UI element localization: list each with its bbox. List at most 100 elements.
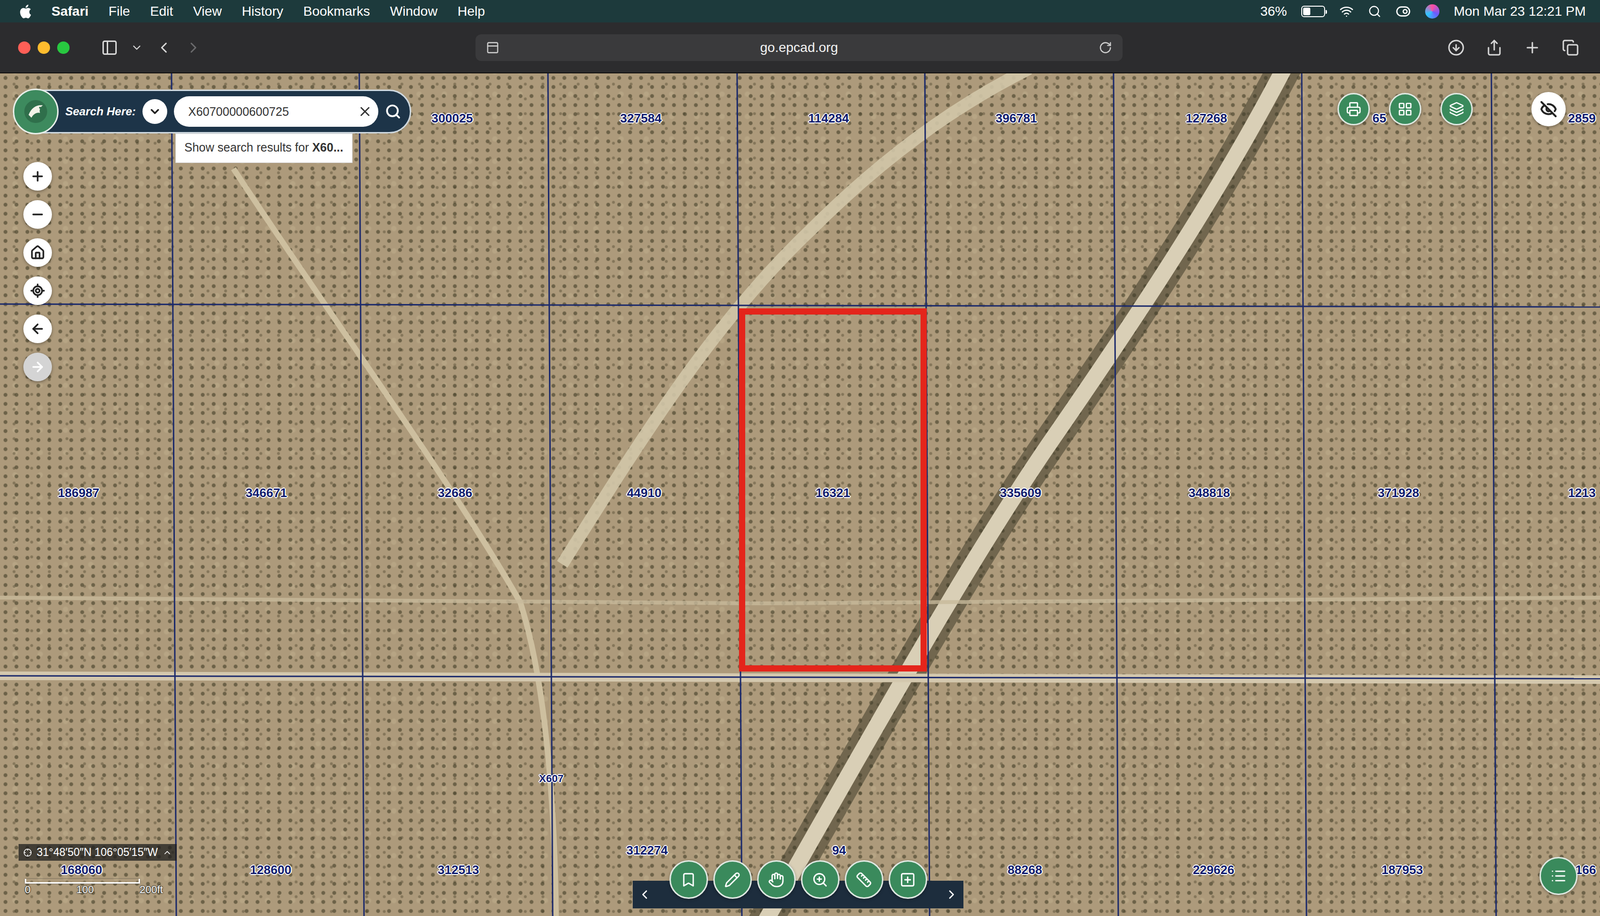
parcel-label[interactable]: 166	[1575, 862, 1596, 878]
parcel-label[interactable]: 348818	[1188, 485, 1231, 501]
layers-button[interactable]	[1440, 92, 1473, 126]
parcel-label[interactable]: 335609	[1000, 485, 1042, 501]
locate-button[interactable]	[23, 276, 52, 305]
plus-icon	[30, 168, 46, 184]
menu-item[interactable]: File	[108, 3, 131, 20]
app-menu[interactable]: Safari	[51, 3, 89, 20]
apple-icon[interactable]	[19, 4, 32, 19]
parcel-label[interactable]: 1213	[1568, 485, 1596, 501]
zoom-button[interactable]	[57, 41, 70, 54]
browser-toolbar: go.epcad.org	[0, 22, 1600, 74]
parcel-label[interactable]: 128600	[250, 862, 292, 878]
parcel-label[interactable]: 229626	[1193, 862, 1235, 878]
search-value: X60700000600725	[188, 104, 353, 119]
chevron-left-icon	[637, 887, 652, 902]
parcel-label[interactable]: 65	[1372, 111, 1387, 126]
search-button[interactable]	[384, 103, 402, 120]
search-input[interactable]: X60700000600725	[173, 96, 379, 127]
scale-line	[24, 878, 141, 884]
map[interactable]: 300025 327584 114284 396781 127268 65 2859 1869…	[0, 73, 1600, 916]
parcel-label[interactable]: 300025	[431, 111, 474, 126]
address-bar[interactable]: go.epcad.org	[475, 34, 1123, 61]
window-controls	[18, 41, 70, 54]
status-area: 36%Mon Mar 23 12:21 PM	[1260, 3, 1586, 20]
toolbar-right	[1122, 39, 1600, 57]
search-suggestion[interactable]: Show search results for X60...	[175, 133, 353, 163]
parcel-label[interactable]: 44910	[627, 485, 662, 501]
bird-logo-icon	[22, 98, 49, 125]
parcel-label[interactable]: 312274	[626, 842, 669, 858]
menu-item[interactable]: View	[192, 3, 222, 20]
parcel-label[interactable]: 88268	[1007, 862, 1043, 878]
close-button[interactable]	[18, 41, 31, 54]
clear-icon[interactable]	[357, 103, 373, 120]
parcel-label[interactable]: 16321	[815, 485, 851, 501]
parcel-label[interactable]: 396781	[995, 111, 1038, 126]
parcel-label[interactable]: 327584	[620, 111, 662, 126]
reload-icon[interactable]	[1098, 40, 1113, 55]
parcel-label[interactable]: 32686	[437, 485, 473, 501]
menu-item[interactable]: Help	[457, 3, 486, 20]
battery-icon[interactable]	[1301, 5, 1326, 18]
parcel-label[interactable]: 346671	[245, 485, 288, 501]
minimize-button[interactable]	[37, 41, 51, 54]
parcel-label[interactable]: 94	[832, 842, 847, 858]
menu-item[interactable]: History	[241, 3, 284, 20]
tab-overview-icon[interactable]	[1561, 39, 1580, 57]
list-icon	[1550, 867, 1567, 884]
menu-item[interactable]: Edit	[150, 3, 173, 20]
forward-button[interactable]	[23, 352, 52, 382]
new-tab-icon[interactable]	[1523, 39, 1541, 57]
parcel-label[interactable]: 2859	[1568, 111, 1596, 126]
toolbar-prev[interactable]	[637, 880, 652, 909]
menu-item[interactable]: Bookmarks	[303, 3, 371, 20]
spotlight-icon[interactable]	[1367, 4, 1382, 19]
chevron-up-icon[interactable]	[162, 847, 173, 858]
draw-button[interactable]	[713, 860, 752, 899]
sidebar-button[interactable]	[101, 39, 119, 57]
print-button[interactable]	[1337, 92, 1370, 126]
page-menu-icon[interactable]	[486, 40, 500, 55]
control-center-icon[interactable]	[1395, 3, 1411, 20]
back-button[interactable]	[23, 314, 52, 344]
tab-group-button[interactable]	[130, 41, 143, 54]
clock[interactable]: Mon Mar 23 12:21 PM	[1453, 3, 1586, 20]
toolbar-next[interactable]	[944, 880, 959, 909]
query-button[interactable]	[800, 860, 840, 899]
square-plus-icon	[899, 871, 916, 888]
menu-item[interactable]: Window	[390, 3, 438, 20]
share-icon[interactable]	[1485, 39, 1503, 57]
chevron-right-icon	[184, 39, 203, 57]
layers-icon	[1448, 101, 1465, 117]
hide-ui-button[interactable]	[1531, 91, 1566, 127]
zoom-in-button[interactable]	[23, 162, 52, 191]
list-button[interactable]	[1539, 856, 1578, 895]
battery-fill	[1303, 7, 1311, 16]
measure-button[interactable]	[844, 860, 884, 899]
forward-button[interactable]	[184, 39, 203, 57]
search-type-dropdown[interactable]	[142, 99, 168, 124]
coordinates-text: 31°48′50″N 106°05′15″W	[36, 845, 158, 859]
parcel-label[interactable]: 187953	[1381, 862, 1424, 878]
parcel-label[interactable]: 114284	[808, 111, 849, 126]
siri-icon[interactable]	[1425, 4, 1440, 19]
back-button[interactable]	[155, 39, 173, 57]
select-button[interactable]	[757, 860, 796, 899]
bookmark-icon	[680, 871, 697, 888]
basemap-button[interactable]	[1388, 92, 1422, 126]
parcel-label[interactable]: 371928	[1377, 485, 1420, 501]
wifi-icon[interactable]	[1339, 4, 1354, 19]
parcel-label[interactable]: 168060	[60, 862, 103, 878]
toolbar-left	[0, 39, 476, 57]
logo[interactable]	[12, 88, 59, 135]
sidebar-icon	[101, 39, 119, 57]
downloads-icon[interactable]	[1447, 39, 1465, 57]
scale-tick: 200ft	[139, 883, 163, 896]
add-button[interactable]	[888, 860, 928, 899]
home-button[interactable]	[23, 238, 52, 267]
parcel-label[interactable]: 127268	[1185, 111, 1228, 126]
parcel-label[interactable]: 186987	[58, 485, 100, 501]
bookmark-button[interactable]	[669, 860, 709, 899]
zoom-out-button[interactable]	[23, 200, 52, 229]
parcel-label[interactable]: 312513	[437, 862, 480, 878]
